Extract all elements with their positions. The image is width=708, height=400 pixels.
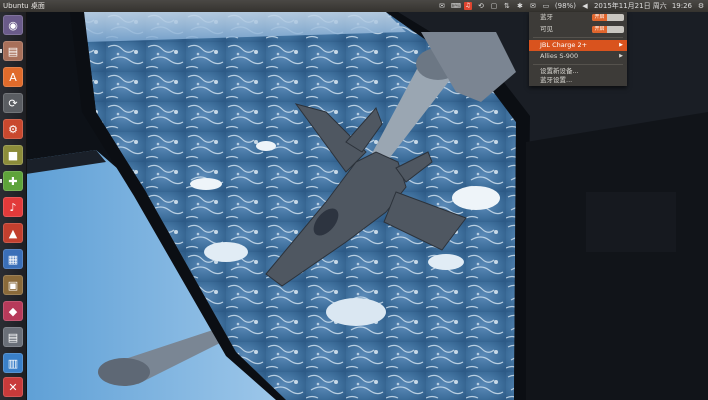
menu-item-device-jbl[interactable]: JBL Charge 2+ ▶ [529, 40, 627, 51]
system-settings-button[interactable]: ⚙ [3, 119, 23, 139]
bluetooth-label: 蓝牙 [540, 13, 553, 21]
amazon-button[interactable]: ■ [3, 145, 23, 165]
bluetooth-toggle-row[interactable]: 蓝牙 开启 [529, 12, 627, 23]
launcher: ◉ ▤ A ⟳ ⚙ ■ ✚ ♪ ▲ ▦ ▣ ◆ ▤ ▥ ✕ [0, 12, 27, 400]
clock-time[interactable]: 19:26 [672, 0, 692, 12]
chevron-right-icon: ▶ [619, 42, 623, 48]
music-note-icon: ♪ [9, 200, 17, 214]
network-icon[interactable]: ⇅ [503, 2, 511, 10]
menu-item-device-allies[interactable]: Allies S-900 ▶ [529, 51, 627, 62]
ubuntu-logo-icon: ◉ [8, 18, 18, 32]
bluetooth-switch-on: 开启 [592, 14, 607, 21]
bluetooth-icon[interactable]: ✱ [516, 2, 524, 10]
running-indicator [0, 49, 2, 53]
updater-button[interactable]: ⟳ [3, 93, 23, 113]
app-icon: ▲ [8, 226, 18, 240]
launcher-app-button[interactable]: ▦ [3, 249, 23, 269]
mail-indicator-icon[interactable]: ✉ [438, 2, 446, 10]
device-name: JBL Charge 2+ [540, 41, 588, 49]
music-button[interactable]: ♪ [3, 197, 23, 217]
dash-home-button[interactable]: ◉ [3, 15, 23, 35]
trash-button[interactable]: ✕ [3, 377, 23, 397]
music-indicator-icon[interactable]: ♫ [463, 2, 472, 10]
visible-label: 可见 [540, 25, 553, 33]
launcher-app-button[interactable]: ▤ [3, 327, 23, 347]
visible-toggle-row[interactable]: 可见 开启 [529, 24, 627, 35]
bluetooth-switch[interactable]: 开启 [592, 14, 624, 21]
window-title: Ubuntu 桌面 [3, 2, 45, 10]
app-icon: ▥ [7, 356, 19, 370]
chevron-right-icon: ▶ [619, 53, 623, 59]
launcher-app-button[interactable]: ▲ [3, 223, 23, 243]
update-icon: ⟳ [8, 96, 18, 110]
files-button[interactable]: ▤ [3, 41, 23, 61]
battery-icon[interactable]: ▭ [542, 2, 550, 10]
amazon-icon: ■ [7, 148, 19, 162]
launcher-app-button[interactable]: ▣ [3, 275, 23, 295]
gear-icon[interactable]: ⚙ [697, 2, 705, 10]
window-indicator-icon[interactable]: ▢ [490, 2, 498, 10]
settings-icon: ⚙ [8, 122, 18, 136]
app-icon: ◆ [8, 304, 18, 318]
system-tray: ✉ ⌨ ♫ ⟲ ▢ ⇅ ✱ ✉ ▭ (98%) ◀ 2015年11月21日 周六… [438, 0, 705, 12]
menu-separator [533, 64, 623, 65]
app-icon: ▤ [7, 330, 19, 344]
bluetooth-settings-label: 蓝牙设置... [540, 76, 573, 84]
running-indicator [0, 179, 2, 183]
visible-switch-on: 开启 [592, 26, 607, 33]
bluetooth-menu: 蓝牙 开启 可见 开启 JBL Charge 2+ ▶ Allies S-900… [529, 12, 627, 86]
menu-separator [533, 37, 623, 38]
input-method-icon[interactable]: ⌨ [451, 2, 461, 10]
folder-icon: ▤ [7, 44, 19, 58]
app-icon: ▣ [7, 278, 19, 292]
battery-percentage[interactable]: (98%) [555, 0, 576, 12]
screenshot-icon: ✚ [8, 174, 18, 188]
sync-icon[interactable]: ⟲ [477, 2, 485, 10]
visible-switch[interactable]: 开启 [592, 26, 624, 33]
app-icon: ▦ [7, 252, 19, 266]
menu-item-bluetooth-settings[interactable]: 蓝牙设置... [529, 75, 627, 86]
software-center-icon: A [9, 70, 17, 84]
screenshot-button[interactable]: ✚ [3, 171, 23, 191]
device-name: Allies S-900 [540, 52, 579, 60]
volume-icon[interactable]: ◀ [581, 2, 589, 10]
clock-date[interactable]: 2015年11月21日 周六 [594, 0, 667, 12]
software-center-button[interactable]: A [3, 67, 23, 87]
launcher-app-button[interactable]: ◆ [3, 301, 23, 321]
messages-icon[interactable]: ✉ [529, 2, 537, 10]
top-panel: Ubuntu 桌面 ✉ ⌨ ♫ ⟲ ▢ ⇅ ✱ ✉ ▭ (98%) ◀ 2015… [0, 0, 708, 12]
launcher-app-button[interactable]: ▥ [3, 353, 23, 373]
trash-icon: ✕ [8, 380, 18, 394]
